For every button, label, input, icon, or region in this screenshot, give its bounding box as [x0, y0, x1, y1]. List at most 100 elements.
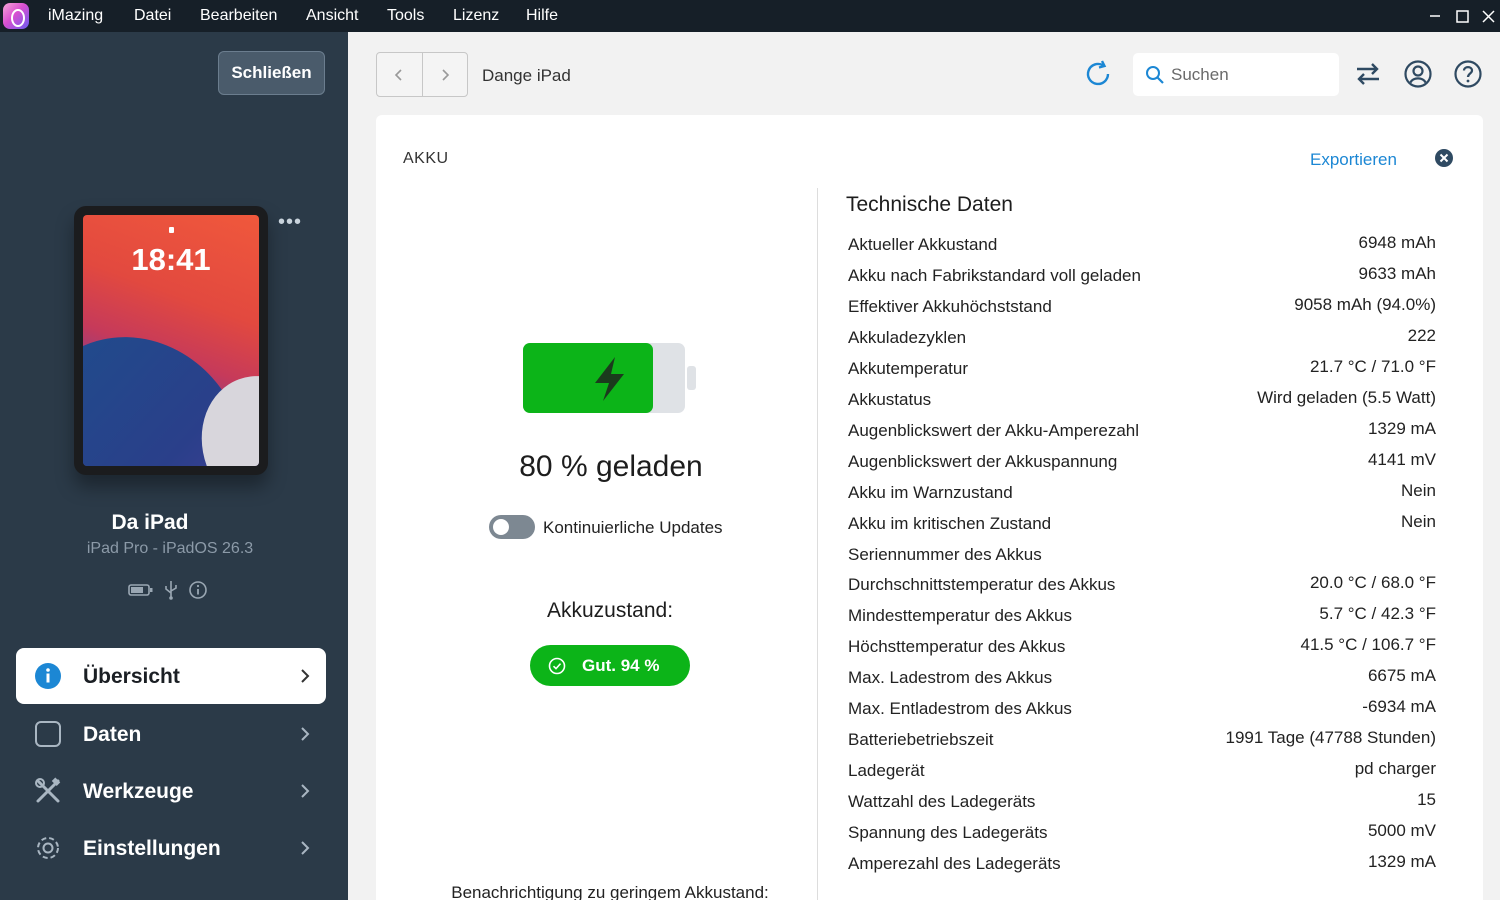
menu-bearbeiten[interactable]: Bearbeiten: [200, 7, 277, 25]
search-box[interactable]: [1133, 53, 1339, 96]
spec-value: Wird geladen (5.5 Watt): [1257, 387, 1436, 407]
spec-key: Max. Entladestrom des Akkus: [848, 699, 1072, 719]
spec-row: Wattzahl des Ladegeräts 15: [848, 790, 1436, 823]
sidebar: Schließen 18:41 ••• Da iPad iPad Pro - i…: [0, 32, 348, 900]
nav-werkzeuge[interactable]: Werkzeuge: [16, 763, 326, 819]
device-name: Da iPad: [111, 511, 189, 534]
spec-row: Akku nach Fabrikstandard voll geladen 963…: [848, 263, 1437, 297]
spec-key: Höchsttemperatur des Akkus: [848, 637, 1066, 657]
device-time: 18:41: [131, 242, 211, 277]
menu-datei[interactable]: Datei: [134, 7, 171, 25]
spec-key: Seriennummer des Akkus: [848, 544, 1042, 564]
nav-label-uebersicht: Übersicht: [83, 665, 180, 688]
spec-row: Max. Ladestrom des Akkus 6675 mA: [848, 666, 1436, 699]
spec-row: Aktueller Akkustand 6948 mAh: [848, 233, 1437, 266]
spec-key: Akku im Warnzustand: [848, 482, 1013, 502]
more-options-icon[interactable]: •••: [278, 212, 302, 232]
nav-uebersicht[interactable]: Übersicht: [16, 648, 326, 704]
spec-value: 1329 mA: [1367, 852, 1436, 871]
lock-icon: [169, 227, 174, 233]
spec-value: 15: [1417, 790, 1436, 810]
spec-row: Max. Entladestrom des Akkus -6934 mA: [848, 697, 1436, 730]
account-icon[interactable]: [1403, 59, 1433, 89]
nav-label-einstellungen: Einstellungen: [83, 837, 221, 860]
spec-value: 1329 mA: [1367, 418, 1436, 438]
app-logo-icon[interactable]: [3, 3, 29, 29]
device-status-icons: [128, 580, 208, 605]
spec-row: Augenblickswert der Akku-Amperezahl 1329 …: [848, 418, 1436, 452]
menu-hilfe[interactable]: Hilfe: [526, 7, 558, 25]
spec-key: Augenblickswert der Akkuspannung: [848, 451, 1118, 471]
menu-tools[interactable]: Tools: [387, 7, 424, 25]
spec-row: Akkutemperatur 21.7 °C / 71.0 °F: [848, 356, 1436, 390]
spec-value: 21.7 °C / 71.0 °F: [1309, 356, 1436, 376]
square-icon: [34, 720, 62, 748]
device-model: iPad Pro - iPadOS 26.3: [86, 540, 254, 557]
chevron-right-icon: [298, 724, 312, 744]
spec-key: Amperezahl des Ladegeräts: [848, 854, 1061, 873]
spec-value: 6675 mA: [1367, 666, 1436, 686]
spec-key: Akku nach Fabrikstandard voll geladen: [848, 265, 1141, 285]
transfer-icon[interactable]: [1353, 59, 1383, 89]
spec-row: Höchsttemperatur des Akkus 41.5 °C / 106.…: [848, 635, 1436, 668]
spec-key: Aktueller Akkustand: [848, 235, 998, 254]
check-circle-icon: [548, 657, 566, 675]
spec-key: Durchschnittstemperatur des Akkus: [848, 575, 1116, 595]
export-link[interactable]: Exportieren: [1310, 150, 1397, 170]
spec-key: Akkutemperatur: [848, 358, 968, 378]
menu-ansicht[interactable]: Ansicht: [306, 7, 358, 25]
maximize-icon[interactable]: [1450, 4, 1474, 28]
spec-value: 222: [1407, 325, 1436, 345]
menu-imazing[interactable]: iMazing: [48, 7, 103, 25]
search-input[interactable]: [1171, 63, 1331, 87]
history-nav: [376, 52, 468, 97]
chevron-right-icon: [298, 666, 312, 686]
gear-icon: [34, 834, 62, 862]
spec-value: 4141 mV: [1367, 449, 1436, 469]
spec-row: Ladegerät pd charger: [848, 759, 1436, 792]
battery-panel: AKKU Exportieren 80 % geladen Kontinuier…: [376, 115, 1483, 900]
continuous-updates-toggle[interactable]: [489, 515, 535, 539]
spec-key: Spannung des Ladegeräts: [848, 823, 1048, 843]
spec-row: Akku im kritischen Zustand Nein: [848, 511, 1436, 545]
panel-title: AKKU: [403, 150, 449, 167]
spec-row: Akku im Warnzustand Nein: [848, 481, 1436, 514]
menu-lizenz[interactable]: Lizenz: [453, 7, 499, 25]
close-window-icon[interactable]: [1476, 4, 1500, 28]
spec-value: 41.5 °C / 106.7 °F: [1300, 635, 1436, 655]
help-icon[interactable]: [1453, 59, 1483, 89]
spec-value: 9058 mAh (94.0%): [1294, 294, 1436, 314]
spec-key: Mindesttemperatur des Akkus: [848, 606, 1072, 626]
chevron-right-icon: [298, 781, 312, 801]
back-button[interactable]: [377, 53, 422, 96]
minimize-icon[interactable]: [1423, 4, 1447, 28]
forward-button[interactable]: [421, 53, 467, 96]
nav-daten[interactable]: Daten: [16, 706, 326, 762]
battery-small-icon: [128, 583, 154, 602]
device-screen: 18:41: [83, 215, 259, 466]
refresh-icon[interactable]: [1082, 58, 1114, 90]
main-area: Dange iPad AKKU Exportieren: [348, 32, 1500, 900]
info-icon: [34, 662, 62, 690]
spec-key: Batteriebetriebszeit: [848, 730, 994, 750]
spec-key: Ladegerät: [848, 761, 925, 781]
specs-title: Technische Daten: [846, 193, 1013, 216]
charge-status: 80 % geladen: [519, 450, 703, 483]
usb-icon: [164, 580, 178, 605]
spec-row: Durchschnittstemperatur des Akkus 20.0 °C…: [848, 573, 1436, 606]
spec-value: 9633 mAh: [1358, 263, 1437, 283]
spec-row: Batteriebetriebszeit 1991 Tage (47788 Stu…: [848, 728, 1436, 761]
spec-key: Akkustatus: [848, 389, 932, 409]
health-badge-text: Gut. 94 %: [582, 656, 660, 675]
spec-value: 6948 mAh: [1358, 233, 1437, 252]
spec-row: Mindesttemperatur des Akkus 5.7 °C / 42.3…: [848, 604, 1436, 637]
nav-einstellungen[interactable]: Einstellungen: [16, 820, 326, 876]
toggle-label: Kontinuierliche Updates: [543, 518, 723, 537]
spec-value: Nein: [1401, 511, 1436, 531]
spec-value: 5000 mV: [1367, 821, 1436, 841]
spec-row: Spannung des Ladegeräts 5000 mV: [848, 821, 1436, 854]
close-button[interactable]: Schließen: [218, 51, 325, 95]
panel-close-icon[interactable]: [1434, 148, 1454, 168]
info-small-icon[interactable]: [188, 580, 208, 605]
spec-key: Effektiver Akkuhöchststand: [848, 296, 1052, 316]
